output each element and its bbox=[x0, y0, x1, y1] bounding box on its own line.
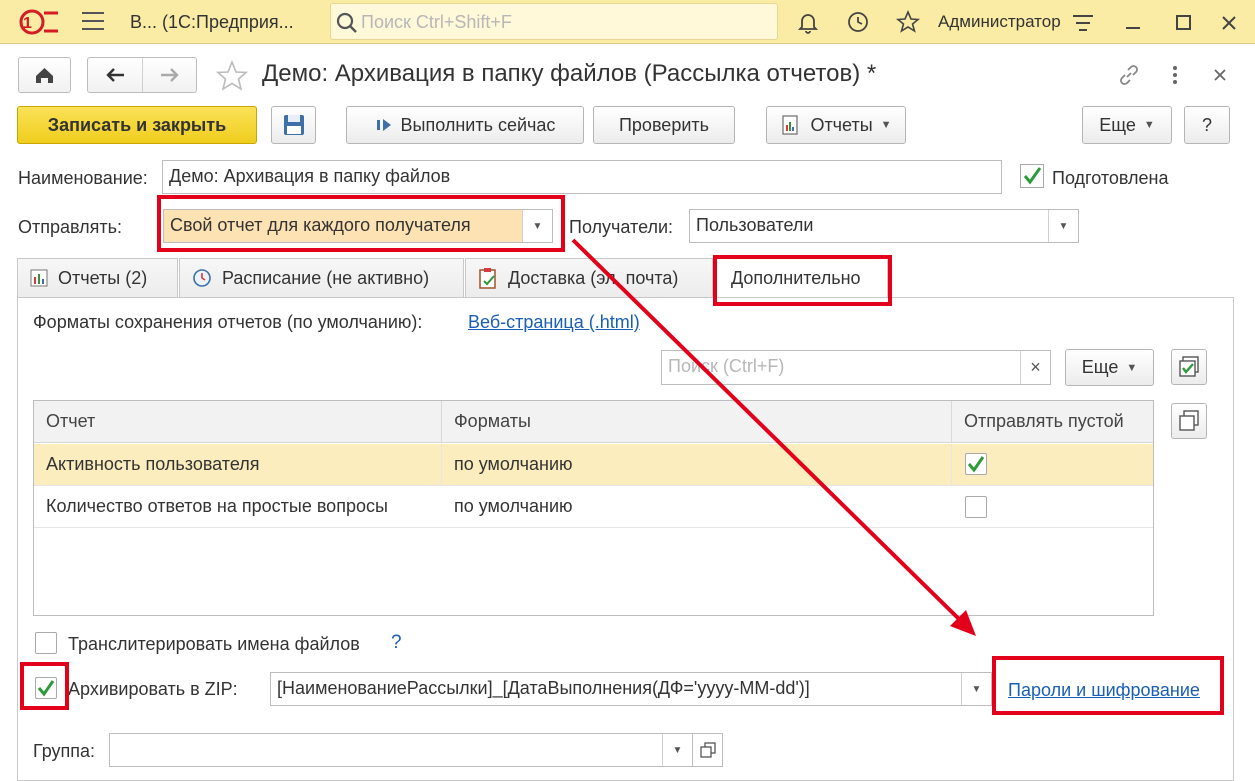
annotation-arrow bbox=[571, 238, 976, 636]
